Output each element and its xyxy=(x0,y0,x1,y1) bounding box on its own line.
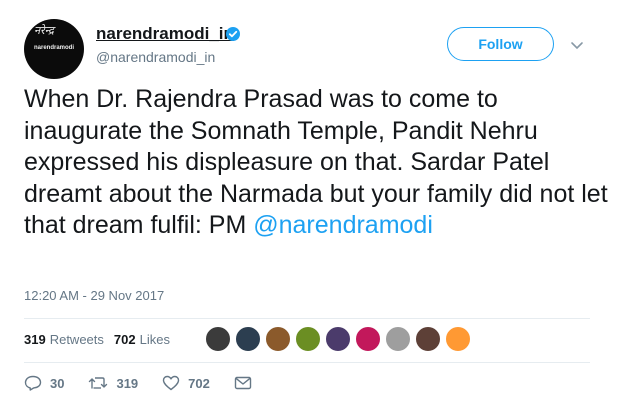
liker-avatar[interactable] xyxy=(205,326,231,352)
reply-button[interactable]: 30 xyxy=(24,375,64,391)
verified-badge-icon xyxy=(226,27,240,41)
avatar-signature: नरेन्द्र xyxy=(34,24,54,37)
retweet-button[interactable]: 319 xyxy=(88,375,138,391)
reply-count: 30 xyxy=(50,375,65,391)
liker-avatar[interactable] xyxy=(235,326,261,352)
retweet-count: 319 xyxy=(116,375,139,391)
timestamp[interactable]: 12:20 AM - 29 Nov 2017 xyxy=(24,288,164,303)
avatar[interactable]: नरेन्द्र narendramodi xyxy=(24,19,84,79)
liker-avatar[interactable] xyxy=(355,326,381,352)
envelope-icon xyxy=(234,376,252,390)
liker-avatar[interactable] xyxy=(265,326,291,352)
retweet-stat-label: Retweets xyxy=(49,332,104,347)
avatar-tag: narendramodi xyxy=(33,45,74,51)
liker-avatar[interactable] xyxy=(295,326,321,352)
reply-icon xyxy=(24,375,42,391)
divider xyxy=(24,318,590,319)
like-stat-count: 702 xyxy=(113,332,136,347)
liker-avatar[interactable] xyxy=(415,326,441,352)
display-name[interactable]: narendramodi_in xyxy=(96,24,234,44)
heart-icon xyxy=(162,375,180,391)
mention-link[interactable]: @narendramodi xyxy=(253,211,433,239)
liker-avatar[interactable] xyxy=(325,326,351,352)
liker-avatar[interactable] xyxy=(385,326,411,352)
user-handle[interactable]: @narendramodi_in xyxy=(96,49,215,65)
tweet-stats: 319 Retweets 702 Likes xyxy=(24,332,180,347)
retweet-stat[interactable]: 319 Retweets xyxy=(24,332,104,347)
action-bar: 30 319 702 xyxy=(24,375,284,391)
chevron-down-icon[interactable] xyxy=(570,38,584,56)
direct-message-button[interactable] xyxy=(234,376,260,390)
retweet-icon xyxy=(89,377,108,389)
tweet-text: When Dr. Rajendra Prasad was to come to … xyxy=(24,84,614,242)
retweet-stat-count: 319 xyxy=(24,332,46,347)
like-button[interactable]: 702 xyxy=(162,375,210,391)
liker-avatar[interactable] xyxy=(445,326,471,352)
liker-avatars xyxy=(205,326,475,352)
divider xyxy=(24,362,590,363)
like-count: 702 xyxy=(188,375,210,391)
follow-button[interactable]: Follow xyxy=(447,27,554,61)
like-stat-label: Likes xyxy=(139,332,170,347)
like-stat[interactable]: 702 Likes xyxy=(114,332,170,347)
